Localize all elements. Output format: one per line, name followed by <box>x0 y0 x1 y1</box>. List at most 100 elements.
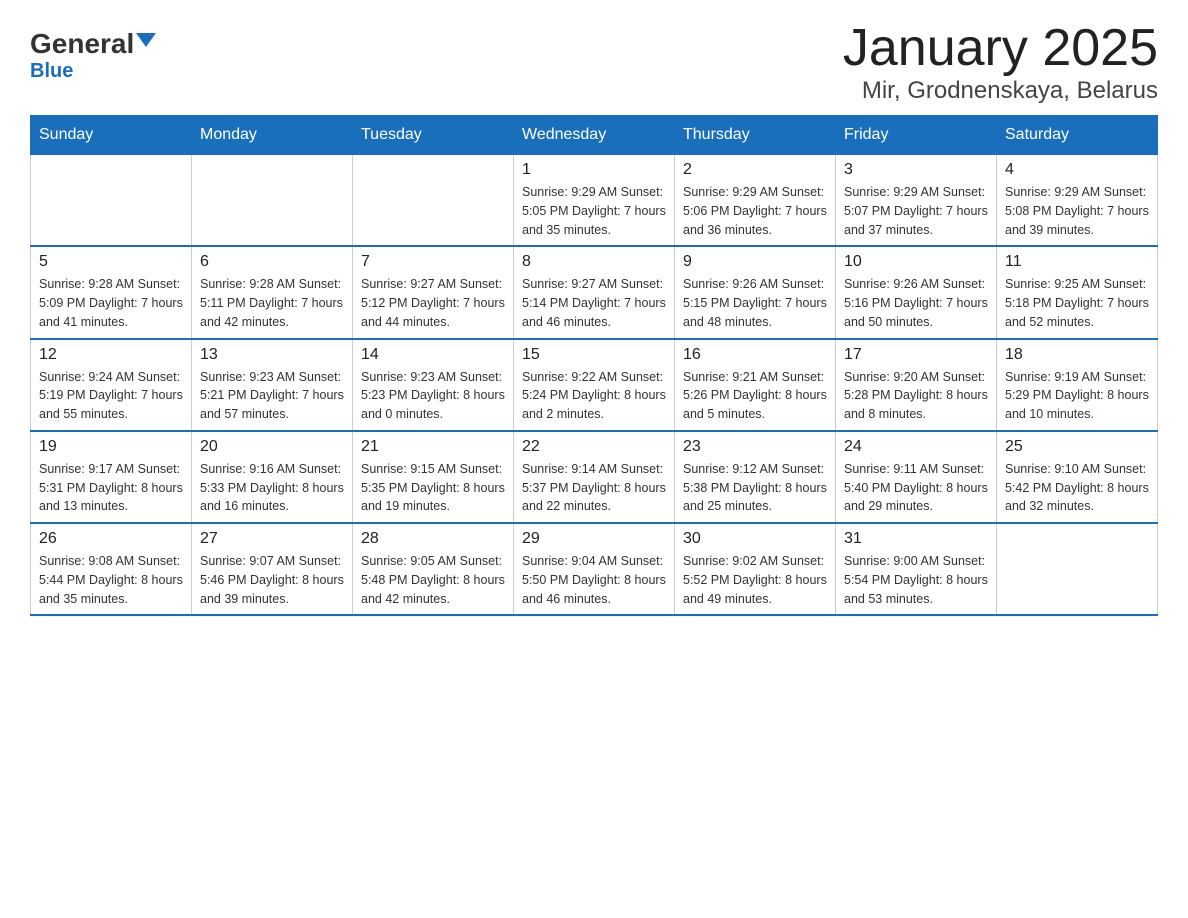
table-row: 6 Sunrise: 9:28 AM Sunset: 5:11 PM Daylig… <box>192 246 353 338</box>
day-number: 28 <box>361 530 505 548</box>
day-info: Sunrise: 9:17 AM Sunset: 5:31 PM Dayligh… <box>39 460 183 516</box>
table-row: 20 Sunrise: 9:16 AM Sunset: 5:33 PM Dayli… <box>192 431 353 523</box>
table-row: 19 Sunrise: 9:17 AM Sunset: 5:31 PM Dayli… <box>31 431 192 523</box>
table-row: 25 Sunrise: 9:10 AM Sunset: 5:42 PM Dayli… <box>997 431 1158 523</box>
table-row: 9Sunrise: 9:26 AM Sunset: 5:15 PM Daylig… <box>675 246 836 338</box>
logo-triangle-icon <box>136 33 156 47</box>
title-block: January 2025 Mir, Grodnenskaya, Belarus <box>843 20 1158 105</box>
day-info: Sunrise: 9:29 AM Sunset: 5:05 PM Dayligh… <box>522 183 666 239</box>
table-row: 5 Sunrise: 9:28 AM Sunset: 5:09 PM Daylig… <box>31 246 192 338</box>
day-number: 4 <box>1005 161 1149 179</box>
day-number: 1 <box>522 161 666 179</box>
day-info: Sunrise: 9:12 AM Sunset: 5:38 PM Dayligh… <box>683 460 827 516</box>
table-row: 14 Sunrise: 9:23 AM Sunset: 5:23 PM Dayli… <box>353 339 514 431</box>
day-number: 8 <box>522 253 666 271</box>
table-row <box>31 155 192 247</box>
day-number: 25 <box>1005 438 1149 456</box>
day-info: Sunrise: 9:19 AM Sunset: 5:29 PM Dayligh… <box>1005 368 1149 424</box>
table-row: 30 Sunrise: 9:02 AM Sunset: 5:52 PM Dayli… <box>675 523 836 615</box>
day-number: 26 <box>39 530 183 548</box>
day-number: 16 <box>683 346 827 364</box>
day-number: 15 <box>522 346 666 364</box>
col-friday: Friday <box>836 116 997 155</box>
day-number: 6 <box>200 253 344 271</box>
table-row: 8 Sunrise: 9:27 AM Sunset: 5:14 PM Daylig… <box>514 246 675 338</box>
table-row <box>353 155 514 247</box>
day-number: 20 <box>200 438 344 456</box>
day-number: 14 <box>361 346 505 364</box>
day-number: 2 <box>683 161 827 179</box>
col-tuesday: Tuesday <box>353 116 514 155</box>
day-number: 19 <box>39 438 183 456</box>
day-info: Sunrise: 9:16 AM Sunset: 5:33 PM Dayligh… <box>200 460 344 516</box>
table-row: 4 Sunrise: 9:29 AM Sunset: 5:08 PM Daylig… <box>997 155 1158 247</box>
day-info: Sunrise: 9:00 AM Sunset: 5:54 PM Dayligh… <box>844 552 988 608</box>
calendar-week-row: 12 Sunrise: 9:24 AM Sunset: 5:19 PM Dayli… <box>31 339 1158 431</box>
day-number: 12 <box>39 346 183 364</box>
day-info: Sunrise: 9:20 AM Sunset: 5:28 PM Dayligh… <box>844 368 988 424</box>
logo-general: General <box>30 30 134 58</box>
day-number: 27 <box>200 530 344 548</box>
day-info: Sunrise: 9:11 AM Sunset: 5:40 PM Dayligh… <box>844 460 988 516</box>
day-info: Sunrise: 9:24 AM Sunset: 5:19 PM Dayligh… <box>39 368 183 424</box>
table-row: 16 Sunrise: 9:21 AM Sunset: 5:26 PM Dayli… <box>675 339 836 431</box>
day-number: 21 <box>361 438 505 456</box>
table-row: 13Sunrise: 9:23 AM Sunset: 5:21 PM Dayli… <box>192 339 353 431</box>
col-wednesday: Wednesday <box>514 116 675 155</box>
day-number: 10 <box>844 253 988 271</box>
table-row: 31Sunrise: 9:00 AM Sunset: 5:54 PM Dayli… <box>836 523 997 615</box>
table-row: 10 Sunrise: 9:26 AM Sunset: 5:16 PM Dayli… <box>836 246 997 338</box>
table-row: 12 Sunrise: 9:24 AM Sunset: 5:19 PM Dayli… <box>31 339 192 431</box>
day-info: Sunrise: 9:28 AM Sunset: 5:11 PM Dayligh… <box>200 275 344 331</box>
calendar-header-row: Sunday Monday Tuesday Wednesday Thursday… <box>31 116 1158 155</box>
day-info: Sunrise: 9:28 AM Sunset: 5:09 PM Dayligh… <box>39 275 183 331</box>
calendar-week-row: 26 Sunrise: 9:08 AM Sunset: 5:44 PM Dayli… <box>31 523 1158 615</box>
table-row <box>997 523 1158 615</box>
table-row: 29Sunrise: 9:04 AM Sunset: 5:50 PM Dayli… <box>514 523 675 615</box>
table-row: 17Sunrise: 9:20 AM Sunset: 5:28 PM Dayli… <box>836 339 997 431</box>
table-row: 23Sunrise: 9:12 AM Sunset: 5:38 PM Dayli… <box>675 431 836 523</box>
day-info: Sunrise: 9:26 AM Sunset: 5:16 PM Dayligh… <box>844 275 988 331</box>
day-info: Sunrise: 9:25 AM Sunset: 5:18 PM Dayligh… <box>1005 275 1149 331</box>
calendar-table: Sunday Monday Tuesday Wednesday Thursday… <box>30 115 1158 616</box>
day-info: Sunrise: 9:26 AM Sunset: 5:15 PM Dayligh… <box>683 275 827 331</box>
day-number: 5 <box>39 253 183 271</box>
day-info: Sunrise: 9:27 AM Sunset: 5:12 PM Dayligh… <box>361 275 505 331</box>
table-row: 11 Sunrise: 9:25 AM Sunset: 5:18 PM Dayli… <box>997 246 1158 338</box>
day-info: Sunrise: 9:15 AM Sunset: 5:35 PM Dayligh… <box>361 460 505 516</box>
calendar-subtitle: Mir, Grodnenskaya, Belarus <box>843 77 1158 105</box>
day-info: Sunrise: 9:10 AM Sunset: 5:42 PM Dayligh… <box>1005 460 1149 516</box>
table-row: 28 Sunrise: 9:05 AM Sunset: 5:48 PM Dayli… <box>353 523 514 615</box>
day-info: Sunrise: 9:21 AM Sunset: 5:26 PM Dayligh… <box>683 368 827 424</box>
calendar-title: January 2025 <box>843 20 1158 77</box>
day-info: Sunrise: 9:08 AM Sunset: 5:44 PM Dayligh… <box>39 552 183 608</box>
day-info: Sunrise: 9:29 AM Sunset: 5:06 PM Dayligh… <box>683 183 827 239</box>
day-info: Sunrise: 9:27 AM Sunset: 5:14 PM Dayligh… <box>522 275 666 331</box>
day-number: 11 <box>1005 253 1149 271</box>
day-info: Sunrise: 9:23 AM Sunset: 5:23 PM Dayligh… <box>361 368 505 424</box>
day-number: 7 <box>361 253 505 271</box>
col-thursday: Thursday <box>675 116 836 155</box>
day-number: 22 <box>522 438 666 456</box>
day-info: Sunrise: 9:29 AM Sunset: 5:07 PM Dayligh… <box>844 183 988 239</box>
logo-blue: Blue <box>30 60 73 83</box>
day-info: Sunrise: 9:23 AM Sunset: 5:21 PM Dayligh… <box>200 368 344 424</box>
table-row: 2 Sunrise: 9:29 AM Sunset: 5:06 PM Daylig… <box>675 155 836 247</box>
day-number: 30 <box>683 530 827 548</box>
day-info: Sunrise: 9:29 AM Sunset: 5:08 PM Dayligh… <box>1005 183 1149 239</box>
day-info: Sunrise: 9:22 AM Sunset: 5:24 PM Dayligh… <box>522 368 666 424</box>
table-row: 27Sunrise: 9:07 AM Sunset: 5:46 PM Dayli… <box>192 523 353 615</box>
table-row: 26 Sunrise: 9:08 AM Sunset: 5:44 PM Dayli… <box>31 523 192 615</box>
logo: General Blue <box>30 20 156 83</box>
table-row: 7 Sunrise: 9:27 AM Sunset: 5:12 PM Daylig… <box>353 246 514 338</box>
table-row: 24 Sunrise: 9:11 AM Sunset: 5:40 PM Dayli… <box>836 431 997 523</box>
day-info: Sunrise: 9:05 AM Sunset: 5:48 PM Dayligh… <box>361 552 505 608</box>
day-info: Sunrise: 9:02 AM Sunset: 5:52 PM Dayligh… <box>683 552 827 608</box>
col-monday: Monday <box>192 116 353 155</box>
day-number: 24 <box>844 438 988 456</box>
table-row: 18Sunrise: 9:19 AM Sunset: 5:29 PM Dayli… <box>997 339 1158 431</box>
table-row: 22 Sunrise: 9:14 AM Sunset: 5:37 PM Dayli… <box>514 431 675 523</box>
table-row: 3Sunrise: 9:29 AM Sunset: 5:07 PM Daylig… <box>836 155 997 247</box>
calendar-week-row: 1 Sunrise: 9:29 AM Sunset: 5:05 PM Daylig… <box>31 155 1158 247</box>
day-info: Sunrise: 9:14 AM Sunset: 5:37 PM Dayligh… <box>522 460 666 516</box>
